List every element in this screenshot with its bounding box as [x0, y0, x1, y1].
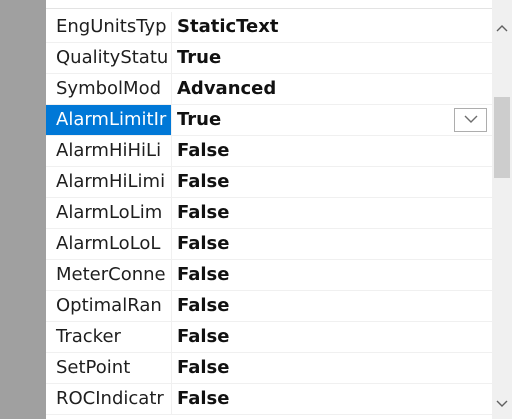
- property-value[interactable]: False: [173, 136, 492, 166]
- property-name[interactable]: OptimalRan: [46, 291, 172, 321]
- property-value[interactable]: True: [173, 105, 492, 135]
- vertical-scrollbar[interactable]: [492, 0, 512, 419]
- property-name[interactable]: AlarmLoLim: [46, 198, 172, 228]
- category-margin: [0, 0, 46, 419]
- property-name[interactable]: AlarmLimitIr: [46, 105, 172, 135]
- property-value[interactable]: False: [173, 167, 492, 197]
- property-row[interactable]: SetPoint False: [46, 353, 492, 384]
- property-value[interactable]: StaticText: [173, 12, 492, 42]
- property-value[interactable]: False: [173, 384, 492, 414]
- property-row[interactable]: MeterConne False: [46, 260, 492, 291]
- property-row[interactable]: AlarmLoLim False: [46, 198, 492, 229]
- scrollbar-thumb[interactable]: [494, 97, 510, 178]
- property-name[interactable]: SymbolMod: [46, 74, 172, 104]
- property-row[interactable]: AlarmHiLimi False: [46, 167, 492, 198]
- property-row-selected[interactable]: AlarmLimitIr True: [46, 105, 492, 136]
- property-grid: EngUnitsTyp StaticText QualityStatu True…: [0, 0, 512, 419]
- property-value[interactable]: False: [173, 229, 492, 259]
- scroll-up-icon[interactable]: [492, 16, 512, 40]
- property-value[interactable]: False: [173, 322, 492, 352]
- property-row[interactable]: ROCIndicatr False: [46, 384, 492, 415]
- property-name[interactable]: ROCIndicatr: [46, 384, 172, 414]
- property-name[interactable]: AlarmLoLoL: [46, 229, 172, 259]
- property-value[interactable]: False: [173, 198, 492, 228]
- property-name[interactable]: Tracker: [46, 322, 172, 352]
- property-value[interactable]: False: [173, 291, 492, 321]
- property-row[interactable]: EngUnitsTyp StaticText: [46, 12, 492, 43]
- property-name[interactable]: QualityStatu: [46, 43, 172, 73]
- scroll-down-icon[interactable]: [492, 392, 512, 416]
- property-row[interactable]: Tracker False: [46, 322, 492, 353]
- property-name[interactable]: EngUnitsTyp: [46, 12, 172, 42]
- property-value[interactable]: Advanced: [173, 74, 492, 104]
- property-value[interactable]: False: [173, 353, 492, 383]
- grid-top-edge: [0, 0, 492, 9]
- chevron-down-icon: [464, 112, 478, 128]
- property-rows: EngUnitsTyp StaticText QualityStatu True…: [46, 12, 492, 415]
- property-row[interactable]: SymbolMod Advanced: [46, 74, 492, 105]
- property-name[interactable]: AlarmHiLimi: [46, 167, 172, 197]
- property-value[interactable]: True: [173, 43, 492, 73]
- property-name[interactable]: AlarmHiHiLi: [46, 136, 172, 166]
- property-row[interactable]: OptimalRan False: [46, 291, 492, 322]
- property-name[interactable]: SetPoint: [46, 353, 172, 383]
- property-row[interactable]: AlarmLoLoL False: [46, 229, 492, 260]
- property-name[interactable]: MeterConne: [46, 260, 172, 290]
- property-row[interactable]: QualityStatu True: [46, 43, 492, 74]
- value-dropdown-button[interactable]: [454, 108, 487, 132]
- property-value[interactable]: False: [173, 260, 492, 290]
- property-row[interactable]: AlarmHiHiLi False: [46, 136, 492, 167]
